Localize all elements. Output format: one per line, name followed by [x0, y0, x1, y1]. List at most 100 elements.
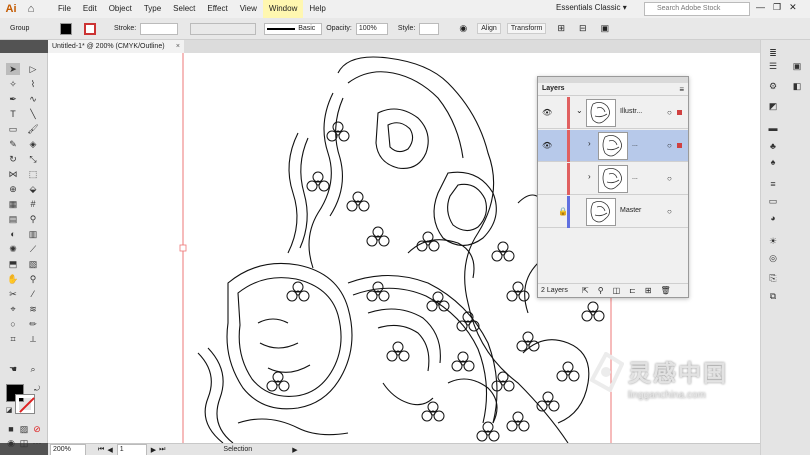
pen-tool-icon[interactable]: ✒: [6, 93, 20, 105]
paintbrush-tool-icon[interactable]: 🖌: [26, 123, 40, 135]
measure-tool-icon[interactable]: ⟂: [26, 333, 40, 345]
rectangle-tool-icon[interactable]: ▭: [6, 123, 20, 135]
libraries-icon[interactable]: ☰: [767, 60, 779, 72]
links-icon[interactable]: ⧉: [767, 290, 779, 302]
style-field[interactable]: [419, 22, 440, 35]
column-graph-tool-icon[interactable]: ▥: [26, 228, 40, 240]
layer-row[interactable]: 🔒 Master ○: [538, 196, 688, 228]
stroke-dock-icon[interactable]: ≡: [767, 178, 779, 190]
target-circle-icon[interactable]: ○: [667, 141, 672, 150]
ellipse-tool-icon[interactable]: ○: [6, 318, 20, 330]
magic-wand-tool-icon[interactable]: ✧: [6, 78, 20, 90]
close-tab-icon[interactable]: ×: [176, 40, 180, 53]
asset-export-icon[interactable]: ⚙: [767, 80, 779, 92]
blend-tool-icon[interactable]: ◐: [6, 228, 20, 240]
drawing-mode-icon[interactable]: ◉: [4, 437, 18, 449]
scale-tool-icon[interactable]: ⤡: [26, 153, 40, 165]
menu-edit[interactable]: Edit: [77, 0, 103, 18]
free-transform-tool-icon[interactable]: ⬚: [26, 168, 40, 180]
close-icon[interactable]: ✕: [789, 2, 797, 13]
artboard-tool-icon[interactable]: ⬒: [6, 258, 20, 270]
artboard-number-field[interactable]: 1: [116, 443, 147, 455]
gradient-mode-icon[interactable]: ▨: [17, 423, 31, 435]
visibility-eye-icon[interactable]: 👁: [542, 108, 552, 117]
zoom-magnifier-tool-icon[interactable]: ⌕: [26, 363, 40, 375]
delete-layer-icon[interactable]: 🗑: [661, 284, 671, 298]
pathfinder-dock-icon[interactable]: ▬: [767, 122, 779, 134]
prev-artboard-icon[interactable]: ◀: [107, 446, 112, 454]
layers-dock-icon[interactable]: ◧: [791, 80, 803, 92]
type-tool-icon[interactable]: T: [6, 108, 20, 120]
graphic-styles-icon[interactable]: ♠: [767, 156, 779, 168]
export-icon[interactable]: ⇱: [582, 284, 589, 298]
isolate-icon[interactable]: ▣: [601, 23, 610, 34]
workspace-switcher[interactable]: Essentials Classic ▾: [556, 3, 627, 12]
new-layer-icon[interactable]: ⊞: [645, 284, 652, 298]
appearance-icon[interactable]: ☀: [767, 235, 779, 247]
more-tools-icon[interactable]: ⋯: [30, 437, 44, 449]
menu-object[interactable]: Object: [103, 0, 138, 18]
status-arrow-icon[interactable]: ▶: [292, 446, 297, 454]
target-circle-icon[interactable]: ○: [667, 207, 672, 216]
clipping-mask-icon[interactable]: ◫: [613, 284, 621, 298]
transparency-dock-icon[interactable]: ◕: [767, 212, 779, 224]
transform-dock-icon[interactable]: ◩: [767, 100, 779, 112]
menu-file[interactable]: File: [52, 0, 77, 18]
shaper-tool-icon[interactable]: ✎: [6, 138, 20, 150]
target-circle-icon[interactable]: ○: [667, 108, 672, 117]
home-icon[interactable]: ⌂: [22, 3, 40, 15]
rotate-tool-icon[interactable]: ↻: [6, 153, 20, 165]
layer-row[interactable]: 👁 ›... ○: [538, 130, 688, 162]
selection-tool-icon[interactable]: ➤: [6, 63, 20, 75]
menu-window[interactable]: Window: [262, 0, 304, 18]
color-dock-icon[interactable]: ◎: [767, 252, 779, 264]
globe-icon[interactable]: ◉: [459, 23, 467, 34]
direct-selection-tool-icon[interactable]: ▷: [26, 63, 40, 75]
menu-view[interactable]: View: [234, 0, 263, 18]
menu-type[interactable]: Type: [138, 0, 167, 18]
artboards-icon[interactable]: ▣: [791, 60, 803, 72]
graph-tool-icon[interactable]: ▧: [26, 258, 40, 270]
menu-effect[interactable]: Effect: [201, 0, 233, 18]
layer-row[interactable]: 👁 ⌄ Illustr... ○: [538, 97, 688, 129]
stock-search-input[interactable]: Search Adobe Stock: [644, 2, 750, 16]
live-paint-tool-icon[interactable]: ⬙: [26, 183, 40, 195]
stroke-weight-field[interactable]: [140, 22, 179, 35]
stroke-swatch[interactable]: [84, 22, 96, 35]
brush-definition-field[interactable]: Basic: [264, 22, 323, 35]
menu-help[interactable]: Help: [303, 0, 331, 18]
document-tab[interactable]: Untitled-1* @ 200% (CMYK/Outline) ×: [48, 40, 184, 53]
properties-icon[interactable]: ≣: [767, 47, 779, 59]
symbol-sprayer-tool-icon[interactable]: ✺: [6, 243, 20, 255]
image-trace-icon[interactable]: ⎘: [767, 272, 779, 284]
hand-pan-tool-icon[interactable]: ☚: [6, 363, 20, 375]
menu-select[interactable]: Select: [167, 0, 201, 18]
zoom-tool-icon[interactable]: ⚲: [26, 273, 40, 285]
variable-width-field[interactable]: [190, 22, 257, 35]
perspective-grid-tool-icon[interactable]: ▦: [6, 198, 20, 210]
align-tools-icon[interactable]: ⊞: [557, 23, 565, 34]
transform-button[interactable]: Transform: [506, 23, 547, 34]
zoom-field[interactable]: 200%: [50, 443, 86, 455]
hand-tool-icon[interactable]: ✋: [6, 273, 20, 285]
panel-menu-icon[interactable]: ≡: [679, 85, 684, 94]
line-tool-icon[interactable]: ╲: [26, 108, 40, 120]
scissors-tool-icon[interactable]: ✂: [6, 288, 20, 300]
target-circle-icon[interactable]: ○: [667, 174, 672, 183]
locate-object-icon[interactable]: ⚲: [598, 284, 604, 298]
new-sublayer-icon[interactable]: ⊏: [629, 284, 636, 298]
eraser-tool-icon[interactable]: ◈: [26, 138, 40, 150]
chevron-right-icon[interactable]: ›: [588, 139, 591, 148]
chevron-down-icon[interactable]: ⌄: [576, 106, 583, 115]
pencil-tool-icon[interactable]: ✏: [26, 318, 40, 330]
puppet-warp-tool-icon[interactable]: ⌖: [6, 303, 20, 315]
crop-tool-icon[interactable]: ⌗: [6, 333, 20, 345]
align-button[interactable]: Align: [477, 23, 501, 34]
curvature-tool-icon[interactable]: ∿: [26, 93, 40, 105]
knife-tool-icon[interactable]: ⁄: [26, 288, 40, 300]
gradient-dock-icon[interactable]: ▭: [767, 195, 779, 207]
minimize-icon[interactable]: —: [756, 2, 765, 13]
gradient-tool-icon[interactable]: ▤: [6, 213, 20, 225]
warp-tool-icon[interactable]: ≋: [26, 303, 40, 315]
none-mode-icon[interactable]: ⊘: [30, 423, 44, 435]
